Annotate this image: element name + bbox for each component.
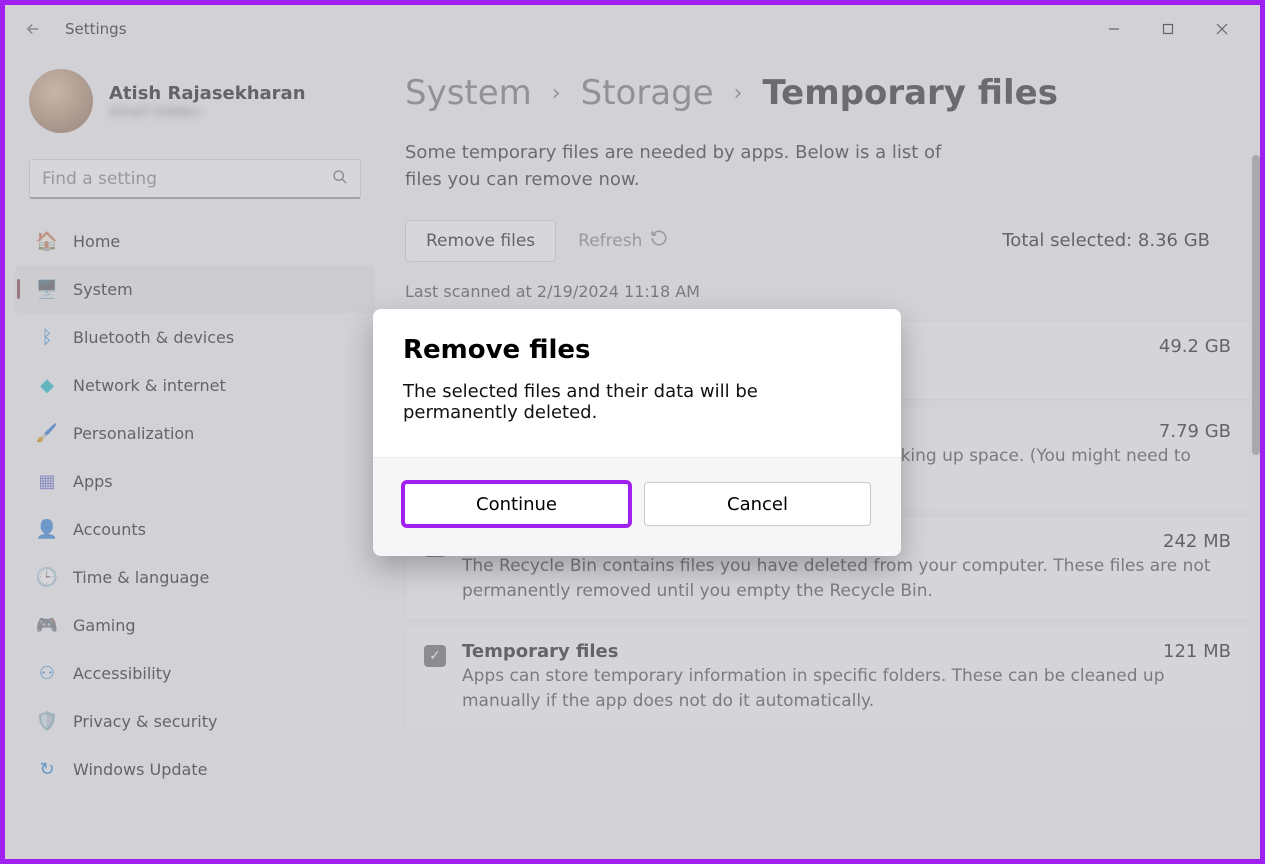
cancel-button[interactable]: Cancel xyxy=(644,482,871,526)
continue-button[interactable]: Continue xyxy=(403,482,630,526)
dialog-title: Remove files xyxy=(403,335,871,365)
dialog-message: The selected files and their data will b… xyxy=(403,381,871,423)
remove-files-dialog: Remove files The selected files and thei… xyxy=(373,309,901,556)
app-window: Settings Atish Rajasekharan email hidden… xyxy=(0,0,1265,864)
